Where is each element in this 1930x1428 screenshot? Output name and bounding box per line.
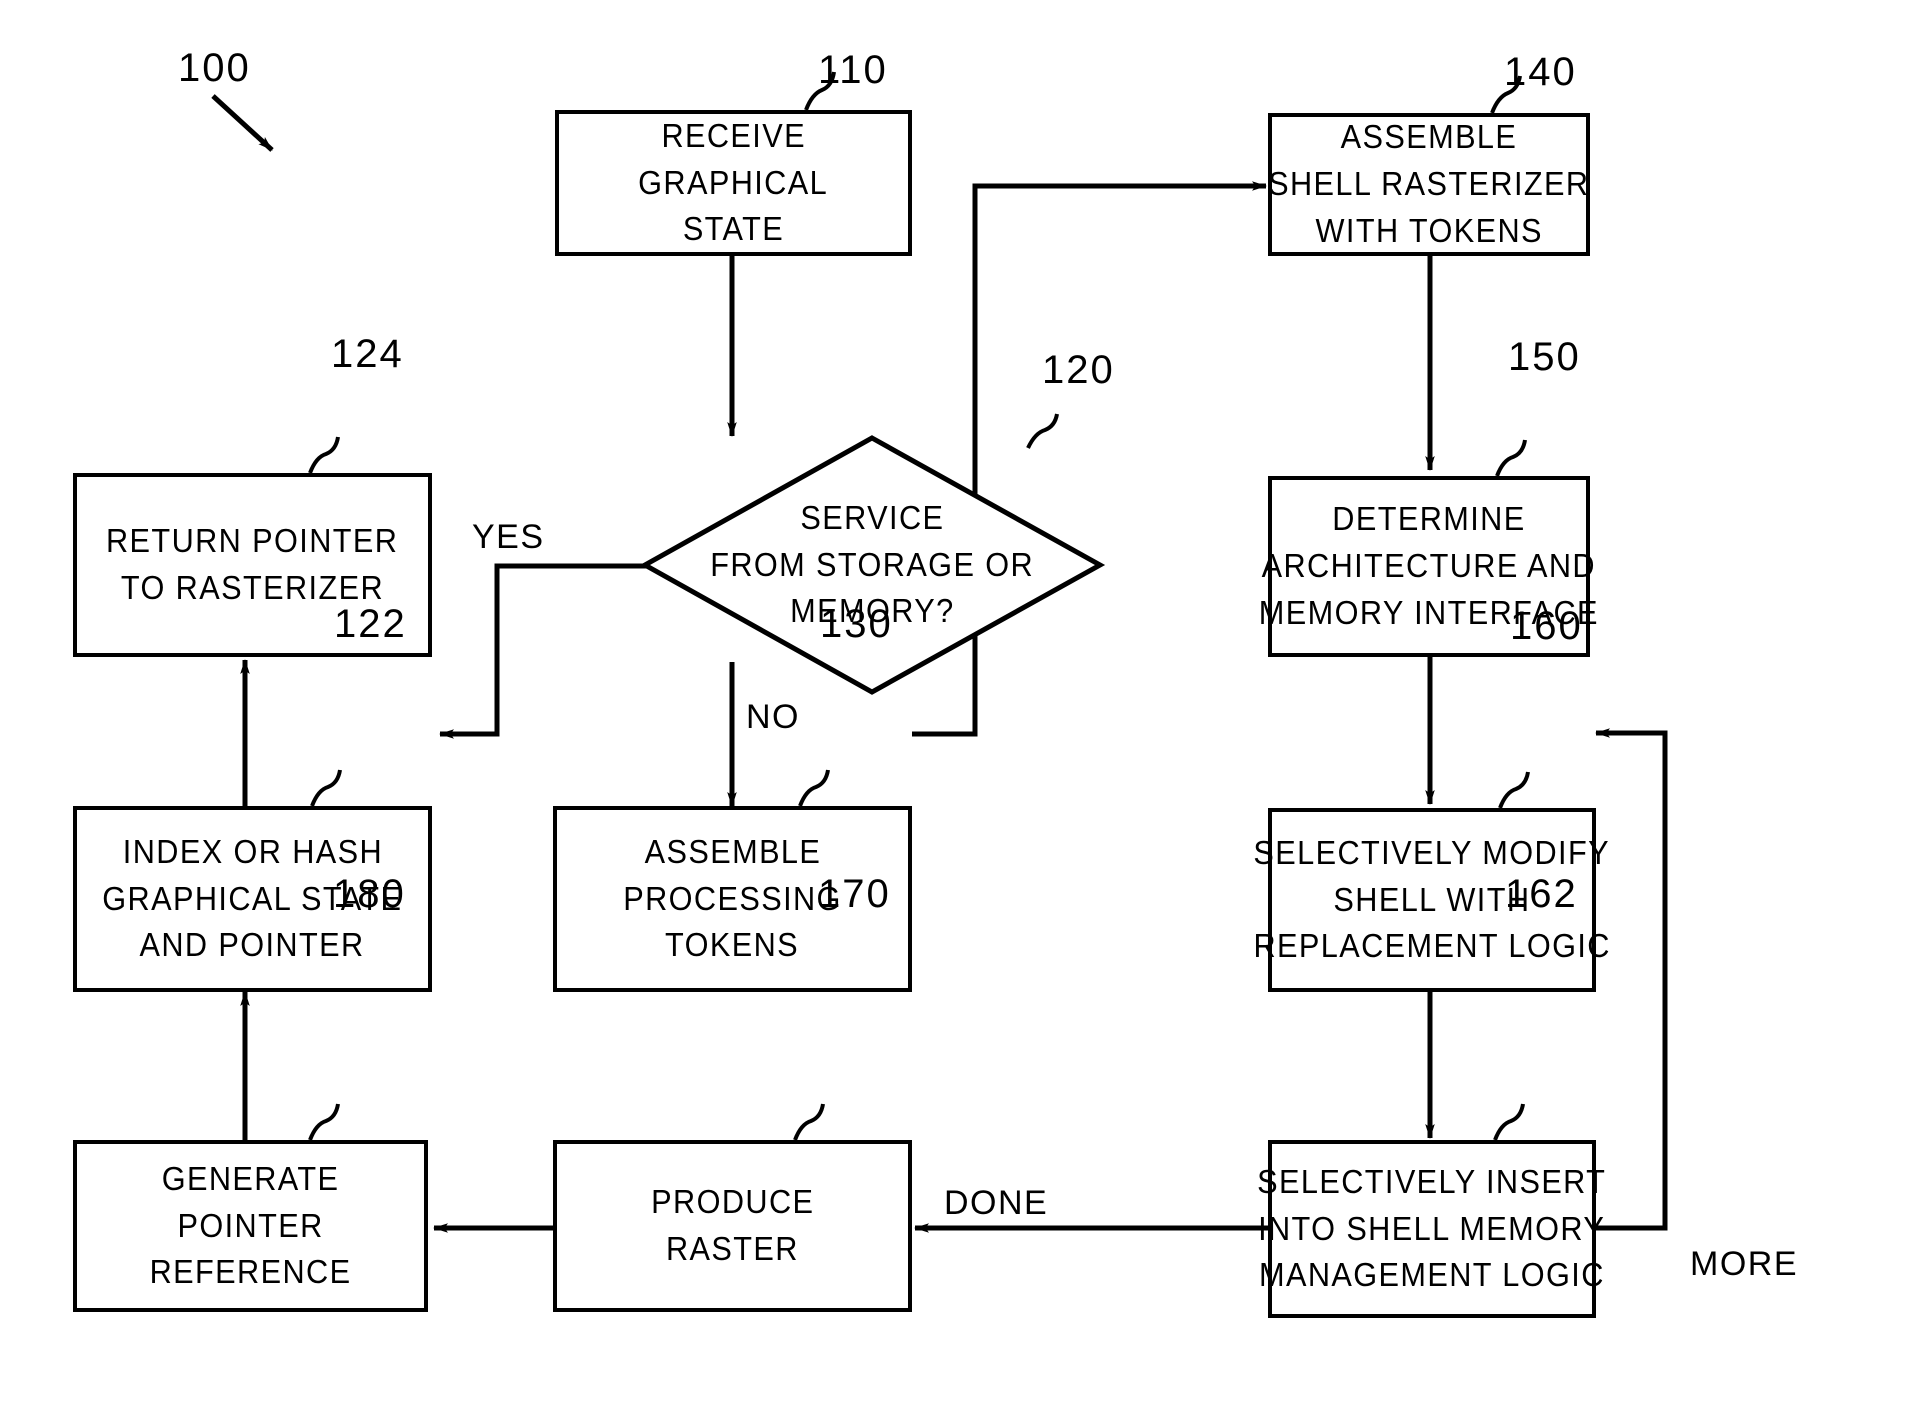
ref-label-150: 150 <box>1508 335 1581 379</box>
decision-line: MEMORY? <box>790 592 955 630</box>
decision-line: SERVICE <box>800 498 945 536</box>
node-line: PROCESSING <box>623 879 842 917</box>
leader-curl-180 <box>308 1103 340 1141</box>
node-line: AND POINTER <box>139 926 366 964</box>
ref-label-170: 170 <box>818 872 891 916</box>
decision-line: FROM STORAGE OR <box>710 545 1035 583</box>
ref-label-110: 110 <box>818 48 888 92</box>
node-line: SHELL RASTERIZER <box>1268 165 1590 203</box>
edge-120-yes-to-122 <box>439 563 648 739</box>
decision-service-from-storage-or-memory[interactable]: SERVICE FROM STORAGE OR MEMORY? <box>645 438 1100 692</box>
ref-label-180: 180 <box>333 872 406 916</box>
leader-curl-130 <box>798 769 830 807</box>
node-line: TOKENS <box>665 926 800 964</box>
node-line: SHELL WITH <box>1333 880 1531 918</box>
node-generate-pointer-reference[interactable]: GENERATE POINTER REFERENCE <box>73 1140 428 1312</box>
ref-label-124: 124 <box>331 332 404 376</box>
node-line: REPLACEMENT LOGIC <box>1253 927 1611 965</box>
node-line: ASSEMBLE <box>1340 118 1518 156</box>
node-line: POINTER <box>177 1206 324 1244</box>
edge-label-yes: YES <box>472 518 545 556</box>
ref-label-160: 160 <box>1510 604 1583 648</box>
node-line: RASTER <box>666 1230 799 1267</box>
node-line: INDEX OR HASH <box>122 832 383 870</box>
node-receive-graphical-state[interactable]: RECEIVE GRAPHICAL STATE <box>555 110 912 256</box>
patent-flowchart-figure: 100 RECEIVE GRAPHICAL STATE 110 ASSEMBLE… <box>0 0 1930 1428</box>
node-line: GRAPHICAL <box>638 163 829 201</box>
ref-label-162: 162 <box>1505 872 1578 916</box>
leader-curl-124b <box>308 436 340 474</box>
ref-label-140: 140 <box>1504 50 1577 94</box>
node-line: MANAGEMENT LOGIC <box>1259 1256 1605 1294</box>
node-assemble-shell-rasterizer-with-tokens[interactable]: ASSEMBLE SHELL RASTERIZER WITH TOKENS <box>1268 113 1590 256</box>
node-line: REFERENCE <box>149 1253 352 1291</box>
node-line: INTO SHELL MEMORY <box>1258 1209 1606 1247</box>
node-line: ASSEMBLE <box>644 832 821 870</box>
node-produce-raster[interactable]: PRODUCE RASTER <box>553 1140 912 1312</box>
node-line: SELECTIVELY INSERT <box>1257 1162 1607 1200</box>
figure-ref-label: 100 <box>178 46 251 90</box>
node-line: PRODUCE <box>650 1183 815 1221</box>
node-line: WITH TOKENS <box>1315 211 1543 249</box>
leader-curl-170 <box>793 1103 825 1141</box>
node-line: RECEIVE <box>661 116 806 154</box>
node-line: RETURN POINTER <box>106 522 399 560</box>
figure-leader-arrow <box>211 94 274 152</box>
node-line: DETERMINE <box>1332 500 1526 538</box>
edge-162-more-to-160 <box>1592 728 1668 1231</box>
node-line: GENERATE <box>161 1159 340 1197</box>
edge-label-no: NO <box>746 698 800 736</box>
ref-label-120: 120 <box>1042 348 1115 392</box>
edge-label-more: MORE <box>1690 1245 1798 1283</box>
leader-curl-160 <box>1498 771 1530 809</box>
edge-label-done: DONE <box>944 1184 1049 1222</box>
node-line: ARCHITECTURE AND <box>1261 547 1597 585</box>
leader-curl-122 <box>310 769 342 807</box>
node-line: SELECTIVELY MODIFY <box>1253 833 1611 871</box>
node-line: STATE <box>682 210 785 248</box>
node-selectively-insert-into-shell-memory-management-logic[interactable]: SELECTIVELY INSERT INTO SHELL MEMORY MAN… <box>1257 1140 1605 1318</box>
leader-curl-162 <box>1493 1103 1525 1141</box>
ref-label-122: 122 <box>334 602 407 646</box>
leader-curl-150 <box>1495 439 1527 477</box>
